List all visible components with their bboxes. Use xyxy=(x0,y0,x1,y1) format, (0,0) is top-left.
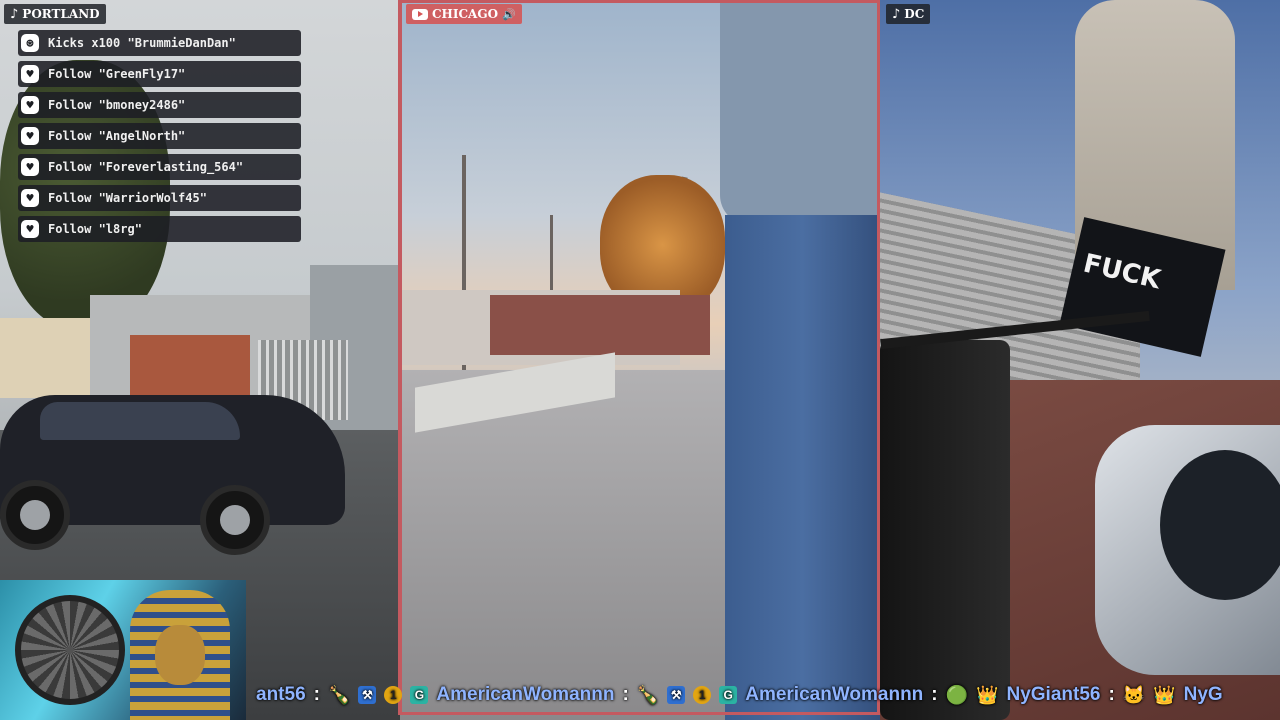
portland-stream-panel: ♪ PORTLAND ⊛ Kicks x100 "BrummieDanDan" … xyxy=(0,0,400,720)
flag-text: FUCK xyxy=(1080,248,1164,296)
heart-icon: ♥ xyxy=(21,189,39,207)
person-jeans xyxy=(725,215,880,720)
dashboard-display xyxy=(1160,450,1280,600)
event-text: Kicks x100 "BrummieDanDan" xyxy=(48,36,236,50)
heart-icon: ♥ xyxy=(21,158,39,176)
youtube-icon xyxy=(412,8,428,20)
chicago-label: CHICAGO xyxy=(432,7,499,21)
tiktok-icon: ♪ xyxy=(892,6,901,22)
chat-separator: : xyxy=(313,684,320,705)
frame-top-border xyxy=(400,0,880,3)
frame-left-border xyxy=(398,0,402,715)
cat-emote-icon: 🐱 xyxy=(1122,684,1146,705)
portland-badge[interactable]: ♪ PORTLAND xyxy=(4,4,106,24)
event-text: Follow "l8rg" xyxy=(48,222,142,236)
heart-icon: ♥ xyxy=(21,65,39,83)
gifter-badge-icon: G xyxy=(410,686,429,704)
dc-label: DC xyxy=(904,7,925,21)
chat-username[interactable]: NyGiant56 xyxy=(1006,684,1100,706)
heart-icon: ♥ xyxy=(21,220,39,238)
event-item: ♥ Follow "l8rg" xyxy=(18,216,301,242)
chat-separator: : xyxy=(622,684,629,705)
person-hoodie xyxy=(720,0,880,225)
event-text: Follow "GreenFly17" xyxy=(48,67,186,81)
bottle-emote-icon: 🍾 xyxy=(636,684,660,705)
heart-icon: ♥ xyxy=(21,127,39,145)
pharaoh-face xyxy=(155,625,205,685)
chat-username[interactable]: AmericanWomannn xyxy=(436,684,614,706)
bottle-emote-icon: 🍾 xyxy=(327,684,351,705)
chat-ticker: ant56 : 🍾 ⚒ 1 G AmericanWomannn : 🍾 ⚒ 1 … xyxy=(246,676,1280,714)
event-text: Follow "WarriorWolf45" xyxy=(48,191,207,205)
heart-icon: ♥ xyxy=(21,96,39,114)
event-item: ♥ Follow "WarriorWolf45" xyxy=(18,185,301,211)
car-wheel-front xyxy=(200,485,270,555)
tiktok-icon: ♪ xyxy=(10,6,19,22)
event-text: Follow "AngelNorth" xyxy=(48,129,186,143)
crown-badge-icon: 👑 xyxy=(1153,684,1176,705)
moderator-badge-icon: ⚒ xyxy=(358,686,377,704)
portland-label: PORTLAND xyxy=(22,7,100,21)
streamer-facecam xyxy=(0,580,246,720)
event-text: Follow "Foreverlasting_564" xyxy=(48,160,244,174)
sub-badge-icon: 1 xyxy=(693,686,712,704)
event-item: ♥ Follow "GreenFly17" xyxy=(18,61,301,87)
event-item: ⊛ Kicks x100 "BrummieDanDan" xyxy=(18,30,301,56)
chat-username[interactable]: ant56 xyxy=(256,684,306,706)
event-list: ⊛ Kicks x100 "BrummieDanDan" ♥ Follow "G… xyxy=(18,30,301,247)
car-window xyxy=(40,402,240,440)
event-item: ♥ Follow "bmoney2486" xyxy=(18,92,301,118)
chicago-building-red xyxy=(490,295,710,355)
crown-badge-icon: 👑 xyxy=(976,684,999,705)
chat-username[interactable]: NyG xyxy=(1184,684,1223,706)
moderator-badge-icon: ⚒ xyxy=(667,686,686,704)
kick-icon: ⊛ xyxy=(21,34,39,52)
sub-badge-icon: 1 xyxy=(384,686,403,704)
chicago-badge[interactable]: CHICAGO 🔊 xyxy=(406,4,522,24)
car-wheel-rear xyxy=(0,480,70,550)
chat-separator: : xyxy=(1108,684,1115,705)
sign-pole xyxy=(550,215,553,295)
fan-decor xyxy=(15,595,125,705)
green-emote-icon: 🟢 xyxy=(945,684,969,705)
dc-badge[interactable]: ♪ DC xyxy=(886,4,931,24)
speaker-icon[interactable]: 🔊 xyxy=(502,8,516,21)
chat-username[interactable]: AmericanWomannn xyxy=(745,684,923,706)
chat-separator: : xyxy=(931,684,938,705)
gifter-badge-icon: G xyxy=(719,686,738,704)
ebike-frame xyxy=(880,340,1010,720)
event-item: ♥ Follow "Foreverlasting_564" xyxy=(18,154,301,180)
dc-stream-panel: FUCK ♪ DC xyxy=(880,0,1280,720)
event-text: Follow "bmoney2486" xyxy=(48,98,186,112)
chicago-stream-panel: CHICAGO 🔊 xyxy=(400,0,880,720)
event-item: ♥ Follow "AngelNorth" xyxy=(18,123,301,149)
